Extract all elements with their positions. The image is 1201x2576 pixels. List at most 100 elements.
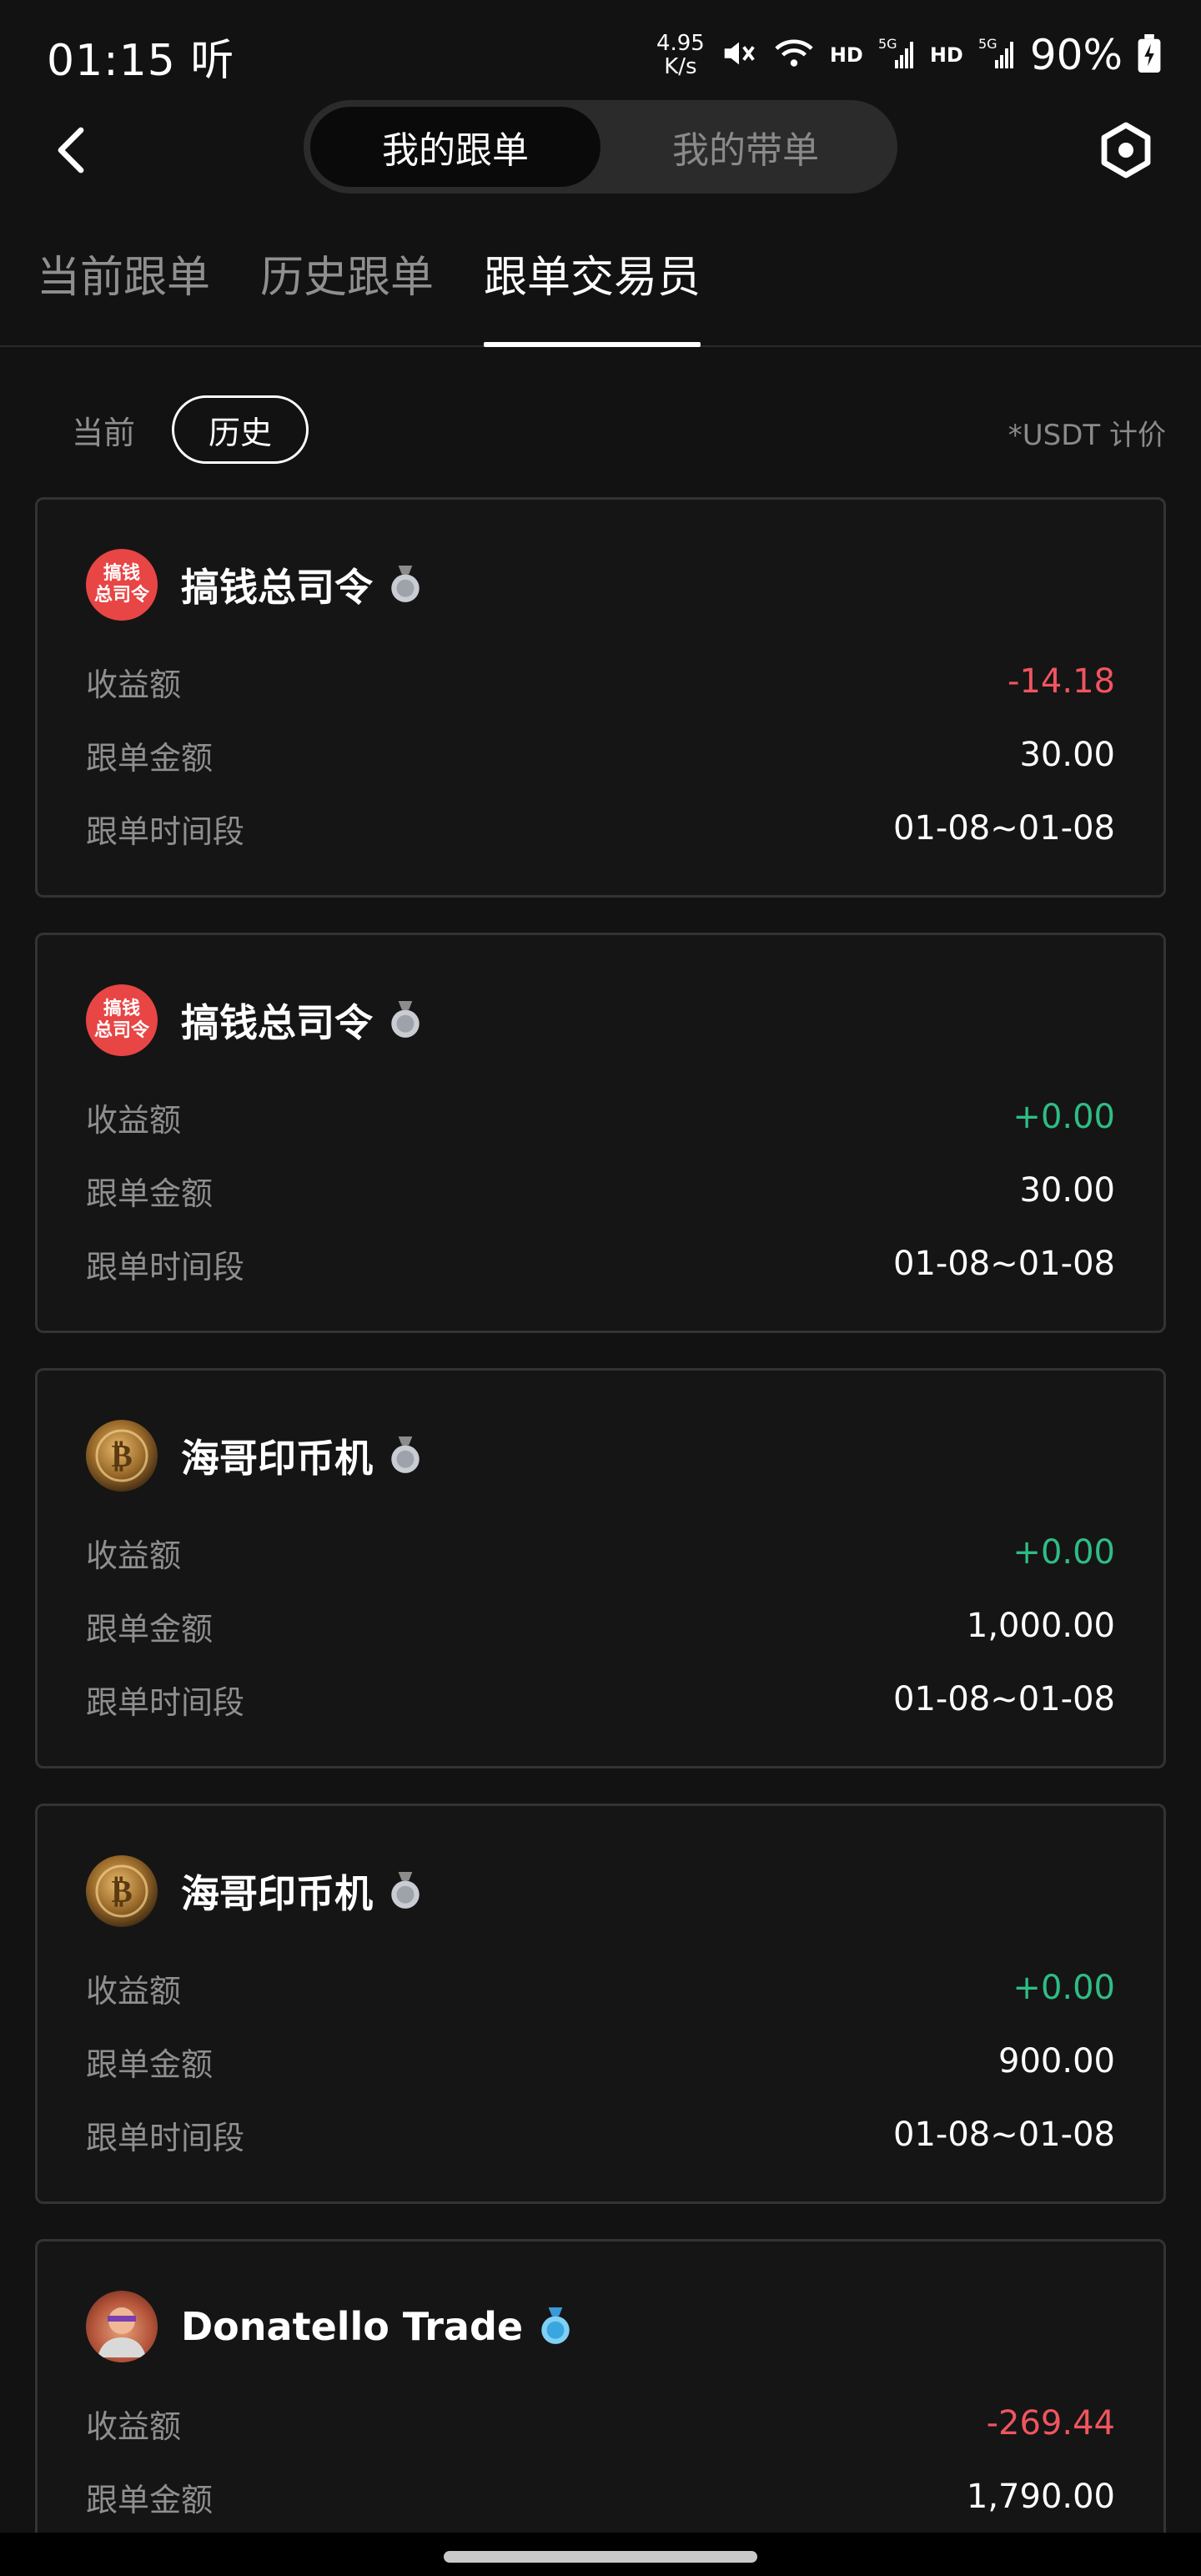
chevron-left-icon (58, 127, 84, 174)
signal-5g-icon-1: 5G (878, 35, 915, 75)
trader-card[interactable]: 搞钱 总司令 搞钱总司令 收益额 +0.00 跟单金额 30.00 跟单时间段 … (35, 933, 1166, 1333)
amount-value: 30.00 (1019, 736, 1115, 774)
period-label: 跟单时间段 (86, 1248, 245, 1285)
hd-badge-2: HD (929, 43, 963, 67)
period-label: 跟单时间段 (86, 2119, 245, 2156)
silver-medal-icon (391, 1436, 420, 1473)
status-time-value: 01:15 (47, 36, 176, 86)
pnl-value: -269.44 (986, 2404, 1115, 2443)
status-bar: 01:15 听 4.95 K/s HD 5G HD 5G 90% (0, 0, 1201, 100)
status-time: 01:15 听 (47, 25, 234, 88)
period-value: 01-08~01-08 (893, 809, 1115, 848)
trader-name: 海哥印币机 (181, 1436, 373, 1481)
avatar-text-line-1: 搞钱 (103, 999, 140, 1019)
trader-name: 海哥印币机 (181, 1871, 373, 1916)
amount-row: 跟单金额 1,790.00 (86, 2472, 1115, 2522)
amount-row: 跟单金额 30.00 (86, 730, 1115, 780)
svg-text:5G: 5G (978, 36, 997, 52)
filter-row: 当前 历史 *USDT 计价 (0, 392, 1201, 467)
mute-icon (720, 34, 758, 76)
trader-name: Donatello Trade (181, 2304, 524, 2349)
pnl-value: -14.18 (1008, 662, 1115, 701)
amount-value: 900.00 (998, 2042, 1115, 2080)
period-label: 跟单时间段 (86, 1683, 245, 1721)
pnl-label: 收益额 (86, 2407, 182, 2445)
diamond-medal-icon (541, 2307, 570, 2344)
amount-row: 跟单金额 30.00 (86, 1165, 1115, 1215)
avatar: 搞钱 总司令 (86, 984, 158, 1056)
period-row: 跟单时间段 01-08~01-08 (86, 1674, 1115, 1724)
period-value: 01-08~01-08 (893, 2116, 1115, 2154)
trader-card[interactable]: ₿ 海哥印币机 收益额 +0.00 跟单金额 1,000.00 跟单时间段 01… (35, 1368, 1166, 1768)
pnl-row: 收益额 -269.44 (86, 2398, 1115, 2448)
trader-card[interactable]: ₿ 海哥印币机 收益额 +0.00 跟单金额 900.00 跟单时间段 01-0… (35, 1804, 1166, 2204)
silver-medal-icon (391, 1001, 420, 1038)
pnl-label: 收益额 (86, 1972, 182, 2010)
amount-label: 跟单金额 (86, 1610, 214, 1648)
period-row: 跟单时间段 01-08~01-08 (86, 803, 1115, 853)
avatar (86, 2291, 158, 2362)
segment-my-copy-trades[interactable]: 我的跟单 (310, 107, 600, 187)
tab-copy-traders[interactable]: 跟单交易员 (484, 242, 701, 347)
settings-button[interactable] (1093, 117, 1159, 184)
network-speed-value: 4.95 (656, 31, 705, 56)
pnl-row: 收益额 +0.00 (86, 1963, 1115, 2013)
trader-header: ₿ 海哥印币机 (86, 1854, 423, 1928)
svg-text:5G: 5G (878, 36, 897, 52)
tab-history-copy[interactable]: 历史跟单 (260, 242, 434, 347)
mode-segmented-control: 我的跟单 我的带单 (304, 100, 897, 194)
pnl-value: +0.00 (1013, 1098, 1115, 1136)
avatar: ₿ (86, 1855, 158, 1927)
amount-label: 跟单金额 (86, 2481, 214, 2518)
amount-label: 跟单金额 (86, 739, 214, 777)
amount-row: 跟单金额 900.00 (86, 2036, 1115, 2086)
silver-medal-icon (391, 1872, 420, 1909)
amount-value: 1,000.00 (966, 1607, 1115, 1645)
svg-text:₿: ₿ (111, 1437, 132, 1474)
pnl-label: 收益额 (86, 666, 182, 703)
amount-row: 跟单金额 1,000.00 (86, 1601, 1115, 1651)
trader-header: 搞钱 总司令 搞钱总司令 (86, 548, 423, 621)
avatar-text-line-2: 总司令 (93, 585, 149, 606)
top-header: 我的跟单 我的带单 (0, 100, 1201, 200)
network-speed: 4.95 K/s (656, 32, 705, 78)
home-indicator[interactable] (444, 2551, 757, 2563)
period-value: 01-08~01-08 (893, 1245, 1115, 1283)
status-time-suffix: 听 (190, 36, 235, 86)
filter-current[interactable]: 当前 (53, 395, 153, 464)
period-row: 跟单时间段 01-08~01-08 (86, 1239, 1115, 1289)
trader-name: 搞钱总司令 (181, 565, 373, 610)
wifi-icon (773, 34, 815, 76)
trader-name: 搞钱总司令 (181, 1000, 373, 1045)
pnl-row: 收益额 +0.00 (86, 1527, 1115, 1577)
period-row: 跟单时间段 01-08~01-08 (86, 2110, 1115, 2160)
trader-card[interactable]: 搞钱 总司令 搞钱总司令 收益额 -14.18 跟单金额 30.00 跟单时间段… (35, 497, 1166, 898)
segment-my-lead-trades[interactable]: 我的带单 (600, 107, 891, 187)
pnl-row: 收益额 +0.00 (86, 1092, 1115, 1142)
hd-badge-1: HD (829, 43, 863, 67)
period-label: 跟单时间段 (86, 813, 245, 850)
amount-label: 跟单金额 (86, 1175, 214, 1212)
status-indicators: 4.95 K/s HD 5G HD 5G 90% (656, 25, 1161, 85)
avatar-text-line-2: 总司令 (93, 1020, 149, 1041)
trader-list: 搞钱 总司令 搞钱总司令 收益额 -14.18 跟单金额 30.00 跟单时间段… (35, 497, 1166, 2533)
period-value: 01-08~01-08 (893, 1680, 1115, 1718)
currency-note: *USDT 计价 (1008, 419, 1166, 452)
back-button[interactable] (42, 117, 100, 184)
hexagon-settings-icon (1101, 122, 1151, 179)
bitcoin-icon: ₿ (95, 1429, 148, 1482)
silver-medal-icon (391, 566, 420, 602)
pnl-value: +0.00 (1013, 1969, 1115, 2007)
main-tabs: 当前跟单 历史跟单 跟单交易员 (0, 217, 1201, 347)
bitcoin-icon: ₿ (95, 1864, 148, 1918)
amount-value: 1,790.00 (966, 2478, 1115, 2516)
trader-header: ₿ 海哥印币机 (86, 1419, 423, 1492)
svg-text:₿: ₿ (111, 1873, 132, 1909)
avatar: ₿ (86, 1420, 158, 1492)
filter-history[interactable]: 历史 (172, 395, 309, 464)
pnl-label: 收益额 (86, 1101, 182, 1139)
tab-current-copy[interactable]: 当前跟单 (37, 242, 210, 347)
battery-charging-icon (1138, 34, 1161, 76)
pnl-row: 收益额 -14.18 (86, 657, 1115, 707)
trader-card[interactable]: Donatello Trade 收益额 -269.44 跟单金额 1,790.0… (35, 2239, 1166, 2533)
